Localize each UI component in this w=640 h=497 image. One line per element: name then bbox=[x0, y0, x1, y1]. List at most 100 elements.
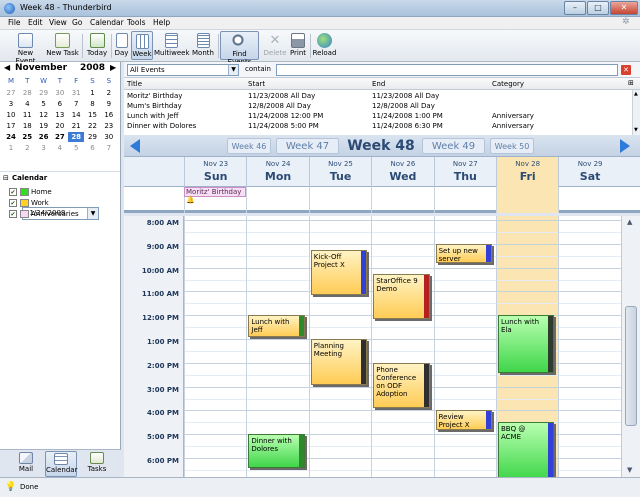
week-47-button[interactable]: Week 47 bbox=[276, 138, 339, 154]
all-day-cell[interactable] bbox=[558, 187, 620, 213]
prev-month-arrow-icon[interactable]: ◀ bbox=[4, 63, 10, 72]
calendar-event[interactable]: Lunch with Jeff bbox=[248, 315, 305, 337]
column-category[interactable]: Category bbox=[492, 80, 524, 88]
mini-calendar-day[interactable]: 29 bbox=[36, 88, 52, 98]
mini-calendar-day[interactable]: 27 bbox=[52, 132, 68, 142]
mini-calendar-day[interactable]: 11 bbox=[19, 110, 35, 120]
list-scrollbar[interactable]: ▲ ▼ bbox=[632, 90, 640, 135]
month-view-button[interactable]: Month bbox=[190, 31, 216, 60]
mini-calendar-day[interactable]: 26 bbox=[36, 132, 52, 142]
mini-calendar-day[interactable]: 2 bbox=[101, 88, 117, 98]
all-day-cell[interactable] bbox=[433, 187, 496, 213]
collapse-minus-icon[interactable]: ⊟ bbox=[3, 174, 9, 182]
column-picker-icon[interactable]: ⊞ bbox=[628, 79, 634, 87]
calendar-event[interactable]: Dinner with Dolores bbox=[248, 434, 305, 468]
calendar-event[interactable]: BBQ @ ACME bbox=[498, 422, 555, 477]
mini-calendar-day[interactable]: 25 bbox=[19, 132, 35, 142]
all-day-cell[interactable] bbox=[246, 187, 308, 213]
reload-button[interactable]: Reload bbox=[312, 31, 337, 60]
mini-calendar-day[interactable]: 18 bbox=[19, 121, 35, 131]
mini-calendar-day[interactable]: 23 bbox=[101, 121, 117, 131]
print-button[interactable]: Print bbox=[289, 31, 307, 60]
day-header-sat[interactable]: Nov 29 Sat bbox=[558, 157, 620, 187]
day-header-sun[interactable]: Nov 23 Sun bbox=[184, 157, 246, 187]
new-event-button[interactable]: New Event bbox=[7, 31, 44, 65]
tasks-mode-button[interactable]: Tasks bbox=[82, 451, 112, 477]
mini-calendar-day[interactable]: 13 bbox=[52, 110, 68, 120]
calendar-event[interactable]: Kick-Off Project X bbox=[310, 249, 368, 296]
menu-view[interactable]: View bbox=[49, 18, 67, 27]
month-name[interactable]: November bbox=[15, 63, 67, 73]
checkbox-checked-icon[interactable]: ✔ bbox=[9, 199, 17, 207]
all-day-cell[interactable] bbox=[496, 187, 559, 213]
mini-calendar-day[interactable]: 3 bbox=[36, 143, 52, 153]
mini-calendar-day[interactable]: 21 bbox=[68, 121, 84, 131]
menu-edit[interactable]: Edit bbox=[28, 18, 43, 27]
week-49-button[interactable]: Week 49 bbox=[422, 138, 485, 154]
checkbox-checked-icon[interactable]: ✔ bbox=[9, 210, 17, 218]
event-filter-select[interactable]: All Events ▼ bbox=[127, 64, 239, 76]
mini-calendar-day[interactable]: 12 bbox=[36, 110, 52, 120]
menu-tools[interactable]: Tools bbox=[127, 18, 145, 27]
calendar-event[interactable]: Set up new server bbox=[435, 243, 492, 264]
mini-calendar-day[interactable]: 5 bbox=[36, 99, 52, 109]
chevron-down-icon[interactable]: ▼ bbox=[228, 65, 238, 75]
mini-calendar-day[interactable]: 27 bbox=[3, 88, 19, 98]
mini-calendar-day[interactable]: 19 bbox=[36, 121, 52, 131]
day-view-button[interactable]: Day bbox=[113, 31, 130, 60]
mini-calendar-day[interactable]: 8 bbox=[85, 99, 101, 109]
calendar-mode-button[interactable]: Calendar bbox=[45, 451, 77, 477]
year-value[interactable]: 2008 bbox=[80, 63, 105, 73]
mini-calendar-day[interactable]: 7 bbox=[101, 143, 117, 153]
table-row[interactable]: Moritz' Birthday 11/23/2008 All Day 11/23/… bbox=[124, 91, 632, 101]
calendar-event[interactable]: Lunch with Ela bbox=[498, 315, 555, 373]
mini-calendar-day[interactable]: 31 bbox=[68, 88, 84, 98]
mini-calendar-day[interactable]: 30 bbox=[101, 132, 117, 142]
mini-calendar-day[interactable]: 2 bbox=[19, 143, 35, 153]
mini-calendar-day[interactable]: 1 bbox=[85, 88, 101, 98]
mini-calendar-day[interactable]: 24 bbox=[3, 132, 19, 142]
week-50-button[interactable]: Week 50 bbox=[490, 138, 534, 154]
column-end[interactable]: End bbox=[372, 80, 385, 88]
mini-calendar-day[interactable]: 29 bbox=[85, 132, 101, 142]
checkbox-checked-icon[interactable]: ✔ bbox=[9, 188, 17, 196]
mini-calendar-day[interactable]: 3 bbox=[3, 99, 19, 109]
menu-file[interactable]: File bbox=[8, 18, 21, 27]
calendar-event[interactable]: Phone Conference on ODF Adoption bbox=[373, 362, 430, 409]
mini-calendar-day[interactable]: 22 bbox=[85, 121, 101, 131]
mini-calendar-day[interactable]: 20 bbox=[52, 121, 68, 131]
week-46-button[interactable]: Week 46 bbox=[227, 138, 271, 154]
mini-calendar-day[interactable]: 5 bbox=[68, 143, 84, 153]
scroll-down-icon[interactable]: ▼ bbox=[634, 127, 638, 133]
mini-calendar-day[interactable]: 10 bbox=[3, 110, 19, 120]
menu-help[interactable]: Help bbox=[153, 18, 170, 27]
menu-calendar[interactable]: Calendar bbox=[90, 18, 124, 27]
search-input[interactable] bbox=[276, 64, 618, 76]
day-header-fri[interactable]: Nov 28 Fri bbox=[496, 157, 559, 187]
day-header-mon[interactable]: Nov 24 Mon bbox=[246, 157, 308, 187]
scroll-down-icon[interactable]: ▼ bbox=[627, 466, 632, 474]
mini-calendar-day[interactable]: 9 bbox=[101, 99, 117, 109]
mail-mode-button[interactable]: Mail bbox=[11, 451, 41, 477]
mini-calendar-day[interactable]: 15 bbox=[85, 110, 101, 120]
column-start[interactable]: Start bbox=[248, 80, 265, 88]
day-header-tue[interactable]: Nov 25 Tue bbox=[308, 157, 371, 187]
mini-calendar-day[interactable]: 4 bbox=[19, 99, 35, 109]
table-row[interactable]: Lunch with Jeff 11/24/2008 12:00 PM 11/24/… bbox=[124, 111, 632, 121]
minimize-button[interactable]: – bbox=[564, 1, 586, 15]
close-icon[interactable]: ✕ bbox=[621, 65, 631, 75]
find-events-button[interactable]: Find Events bbox=[220, 31, 259, 66]
calendar-event[interactable]: Planning Meeting bbox=[310, 339, 368, 385]
today-button[interactable]: Today bbox=[85, 31, 109, 60]
mini-calendar-day[interactable]: 28 bbox=[19, 88, 35, 98]
all-day-cell[interactable] bbox=[371, 187, 433, 213]
next-week-arrow-icon[interactable] bbox=[620, 139, 630, 153]
mini-calendar-day[interactable]: 28 bbox=[68, 132, 85, 142]
mini-calendar-day[interactable]: 17 bbox=[3, 121, 19, 131]
mini-calendar-day[interactable]: 6 bbox=[52, 99, 68, 109]
previous-week-arrow-icon[interactable] bbox=[130, 139, 140, 153]
mini-calendar-day[interactable]: 4 bbox=[52, 143, 68, 153]
mini-calendar-day[interactable]: 30 bbox=[52, 88, 68, 98]
close-button[interactable]: ✕ bbox=[610, 1, 638, 15]
scroll-up-icon[interactable]: ▲ bbox=[634, 91, 638, 97]
